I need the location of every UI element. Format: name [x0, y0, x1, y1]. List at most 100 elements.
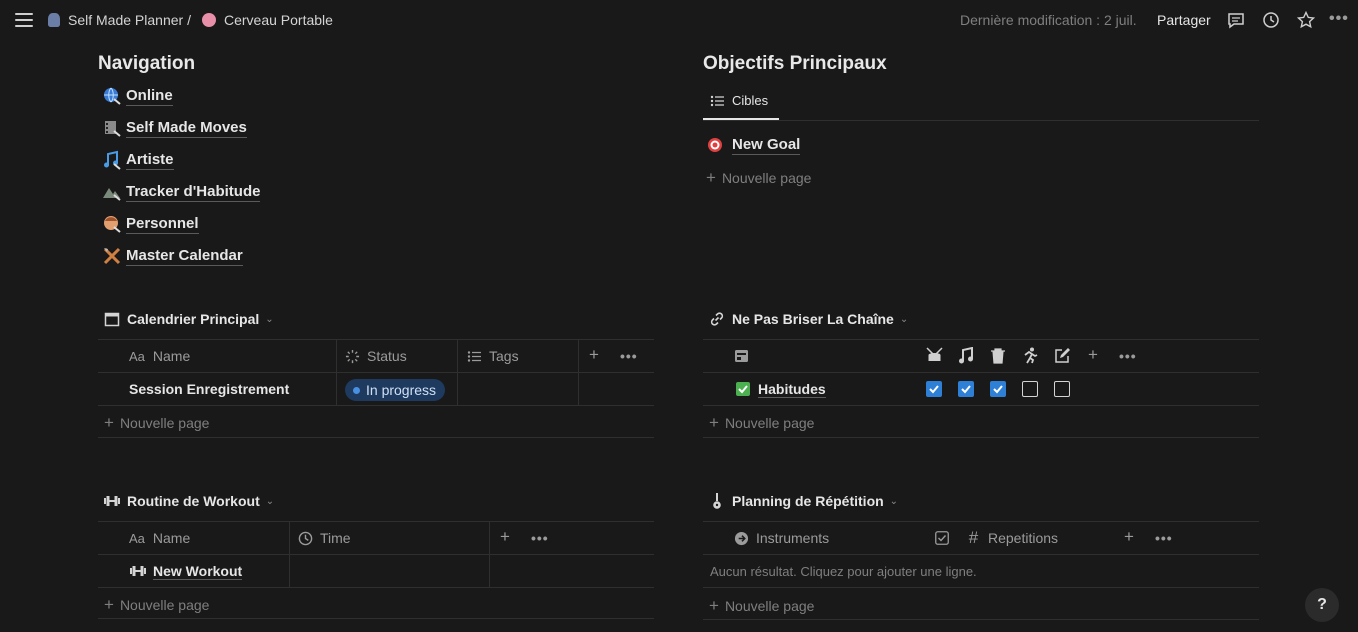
goal-item[interactable]: New Goal [706, 133, 801, 157]
nav-link-artiste[interactable]: Artiste [102, 148, 174, 172]
nav-link-label: Personnel [126, 214, 199, 234]
row-name[interactable]: Habitudes [758, 381, 826, 398]
last-modified: Dernière modification : 2 juil. [960, 12, 1137, 28]
check-icon [993, 385, 1003, 394]
add-column-icon[interactable]: + [1088, 345, 1098, 365]
db-title-workout[interactable]: Routine de Workout ⌄ [104, 493, 274, 509]
db-title-chaine[interactable]: Ne Pas Briser La Chaîne ⌄ [709, 311, 908, 327]
col-header-name[interactable]: Aa Name [129, 348, 190, 364]
divider [98, 437, 654, 438]
new-page-button[interactable]: + Nouvelle page [104, 595, 209, 615]
divider [98, 405, 654, 406]
tab-cibles[interactable]: Cibles [710, 93, 768, 108]
row-name[interactable]: Session Enregistrement [129, 381, 289, 397]
new-page-label: Nouvelle page [721, 170, 812, 186]
clock-icon[interactable] [1262, 11, 1280, 29]
habit-checkbox[interactable] [1054, 381, 1070, 397]
drum-icon[interactable] [926, 347, 943, 364]
col-header-name[interactable]: Aa Name [129, 530, 190, 546]
new-page-button[interactable]: + Nouvelle page [706, 168, 811, 188]
brain-icon [202, 13, 216, 27]
plus-icon: + [709, 413, 719, 432]
dumbbell-icon [130, 566, 146, 576]
face-icon [104, 216, 121, 233]
chevron-down-icon[interactable]: ⌄ [266, 496, 274, 507]
date-icon[interactable] [734, 348, 749, 363]
more-icon[interactable]: ••• [1119, 348, 1137, 364]
divider [703, 619, 1259, 620]
top-bar: Self Made Planner / Cerveau Portable Der… [0, 0, 1358, 40]
chevron-down-icon[interactable]: ⌄ [265, 314, 273, 325]
help-button[interactable]: ? [1305, 588, 1339, 622]
nav-link-online[interactable]: Online [102, 84, 173, 108]
db-title-label: Planning de Répétition [732, 493, 884, 509]
nav-link-tracker[interactable]: Tracker d'Habitude [102, 180, 261, 204]
music-icon[interactable] [958, 347, 974, 364]
col-label: Repetitions [988, 530, 1059, 546]
status-dot [353, 386, 360, 394]
col-header-repetitions[interactable]: # Repetitions [966, 528, 1059, 547]
sidebar-toggle-icon[interactable] [15, 13, 33, 27]
habit-checkbox[interactable] [958, 381, 974, 397]
new-page-button[interactable]: + Nouvelle page [104, 413, 209, 433]
col-header-status[interactable]: Status [345, 348, 407, 364]
chevron-down-icon[interactable]: ⌄ [890, 496, 898, 507]
db-title-label: Calendrier Principal [127, 311, 260, 327]
new-page-label: Nouvelle page [724, 598, 815, 614]
breadcrumb-page[interactable]: Cerveau Portable [202, 12, 333, 28]
habit-checkbox[interactable] [926, 381, 942, 397]
db-title-repetition[interactable]: Planning de Répétition ⌄ [709, 493, 898, 509]
more-icon[interactable]: ••• [1155, 530, 1173, 546]
status-icon [345, 349, 360, 363]
habit-checkbox[interactable] [1022, 381, 1038, 397]
number-icon: # [968, 528, 979, 547]
nav-link-personnel[interactable]: Personnel [102, 212, 199, 236]
running-icon[interactable] [1022, 347, 1038, 364]
breadcrumb-workspace[interactable]: Self Made Planner / [48, 12, 191, 28]
calendar-icon [104, 312, 120, 327]
habit-checkbox[interactable] [990, 381, 1006, 397]
add-column-icon[interactable]: + [589, 345, 599, 365]
plus-icon: + [709, 596, 719, 615]
film-icon [105, 121, 121, 137]
more-icon[interactable]: ••• [1329, 10, 1349, 28]
comment-icon[interactable] [1227, 11, 1245, 29]
check-icon [961, 385, 971, 394]
divider [98, 521, 654, 522]
objectifs-title: Objectifs Principaux [703, 53, 887, 74]
col-header-instruments[interactable]: Instruments [734, 530, 829, 546]
star-icon[interactable] [1297, 11, 1315, 29]
person-icon [48, 13, 60, 27]
more-icon[interactable]: ••• [620, 348, 638, 364]
edit-icon[interactable] [1054, 347, 1070, 364]
text-type-icon: Aa [129, 348, 145, 364]
nav-link-self-made-moves[interactable]: Self Made Moves [102, 116, 247, 140]
new-page-button[interactable]: + Nouvelle page [709, 596, 814, 616]
col-label: Name [152, 348, 191, 364]
plus-icon: + [104, 595, 114, 614]
empty-state-text[interactable]: Aucun résultat. Cliquez pour ajouter une… [710, 564, 977, 579]
nav-link-label: Self Made Moves [126, 118, 247, 138]
col-header-tags[interactable]: Tags [467, 348, 519, 364]
nav-link-label: Master Calendar [126, 246, 243, 266]
more-icon[interactable]: ••• [531, 530, 549, 546]
nav-link-label: Tracker d'Habitude [126, 182, 261, 202]
trash-icon[interactable] [990, 347, 1006, 364]
nav-link-master-calendar[interactable]: Master Calendar [102, 244, 243, 268]
db-title-calendrier[interactable]: Calendrier Principal ⌄ [104, 311, 274, 327]
row-name[interactable]: New Workout [153, 563, 243, 580]
target-icon [708, 138, 722, 152]
checkbox-type-icon[interactable] [935, 531, 949, 545]
plus-icon: + [706, 168, 716, 187]
new-page-button[interactable]: + Nouvelle page [709, 413, 814, 433]
mountain-icon [103, 188, 121, 201]
col-header-time[interactable]: Time [298, 530, 351, 546]
globe-icon [104, 87, 121, 105]
share-button[interactable]: Partager [1157, 12, 1211, 28]
divider [98, 372, 654, 373]
multi-select-icon [467, 350, 481, 362]
chevron-down-icon[interactable]: ⌄ [900, 314, 908, 325]
add-column-icon[interactable]: + [1124, 527, 1134, 547]
status-badge[interactable]: In progress [345, 379, 446, 401]
add-column-icon[interactable]: + [500, 527, 510, 547]
